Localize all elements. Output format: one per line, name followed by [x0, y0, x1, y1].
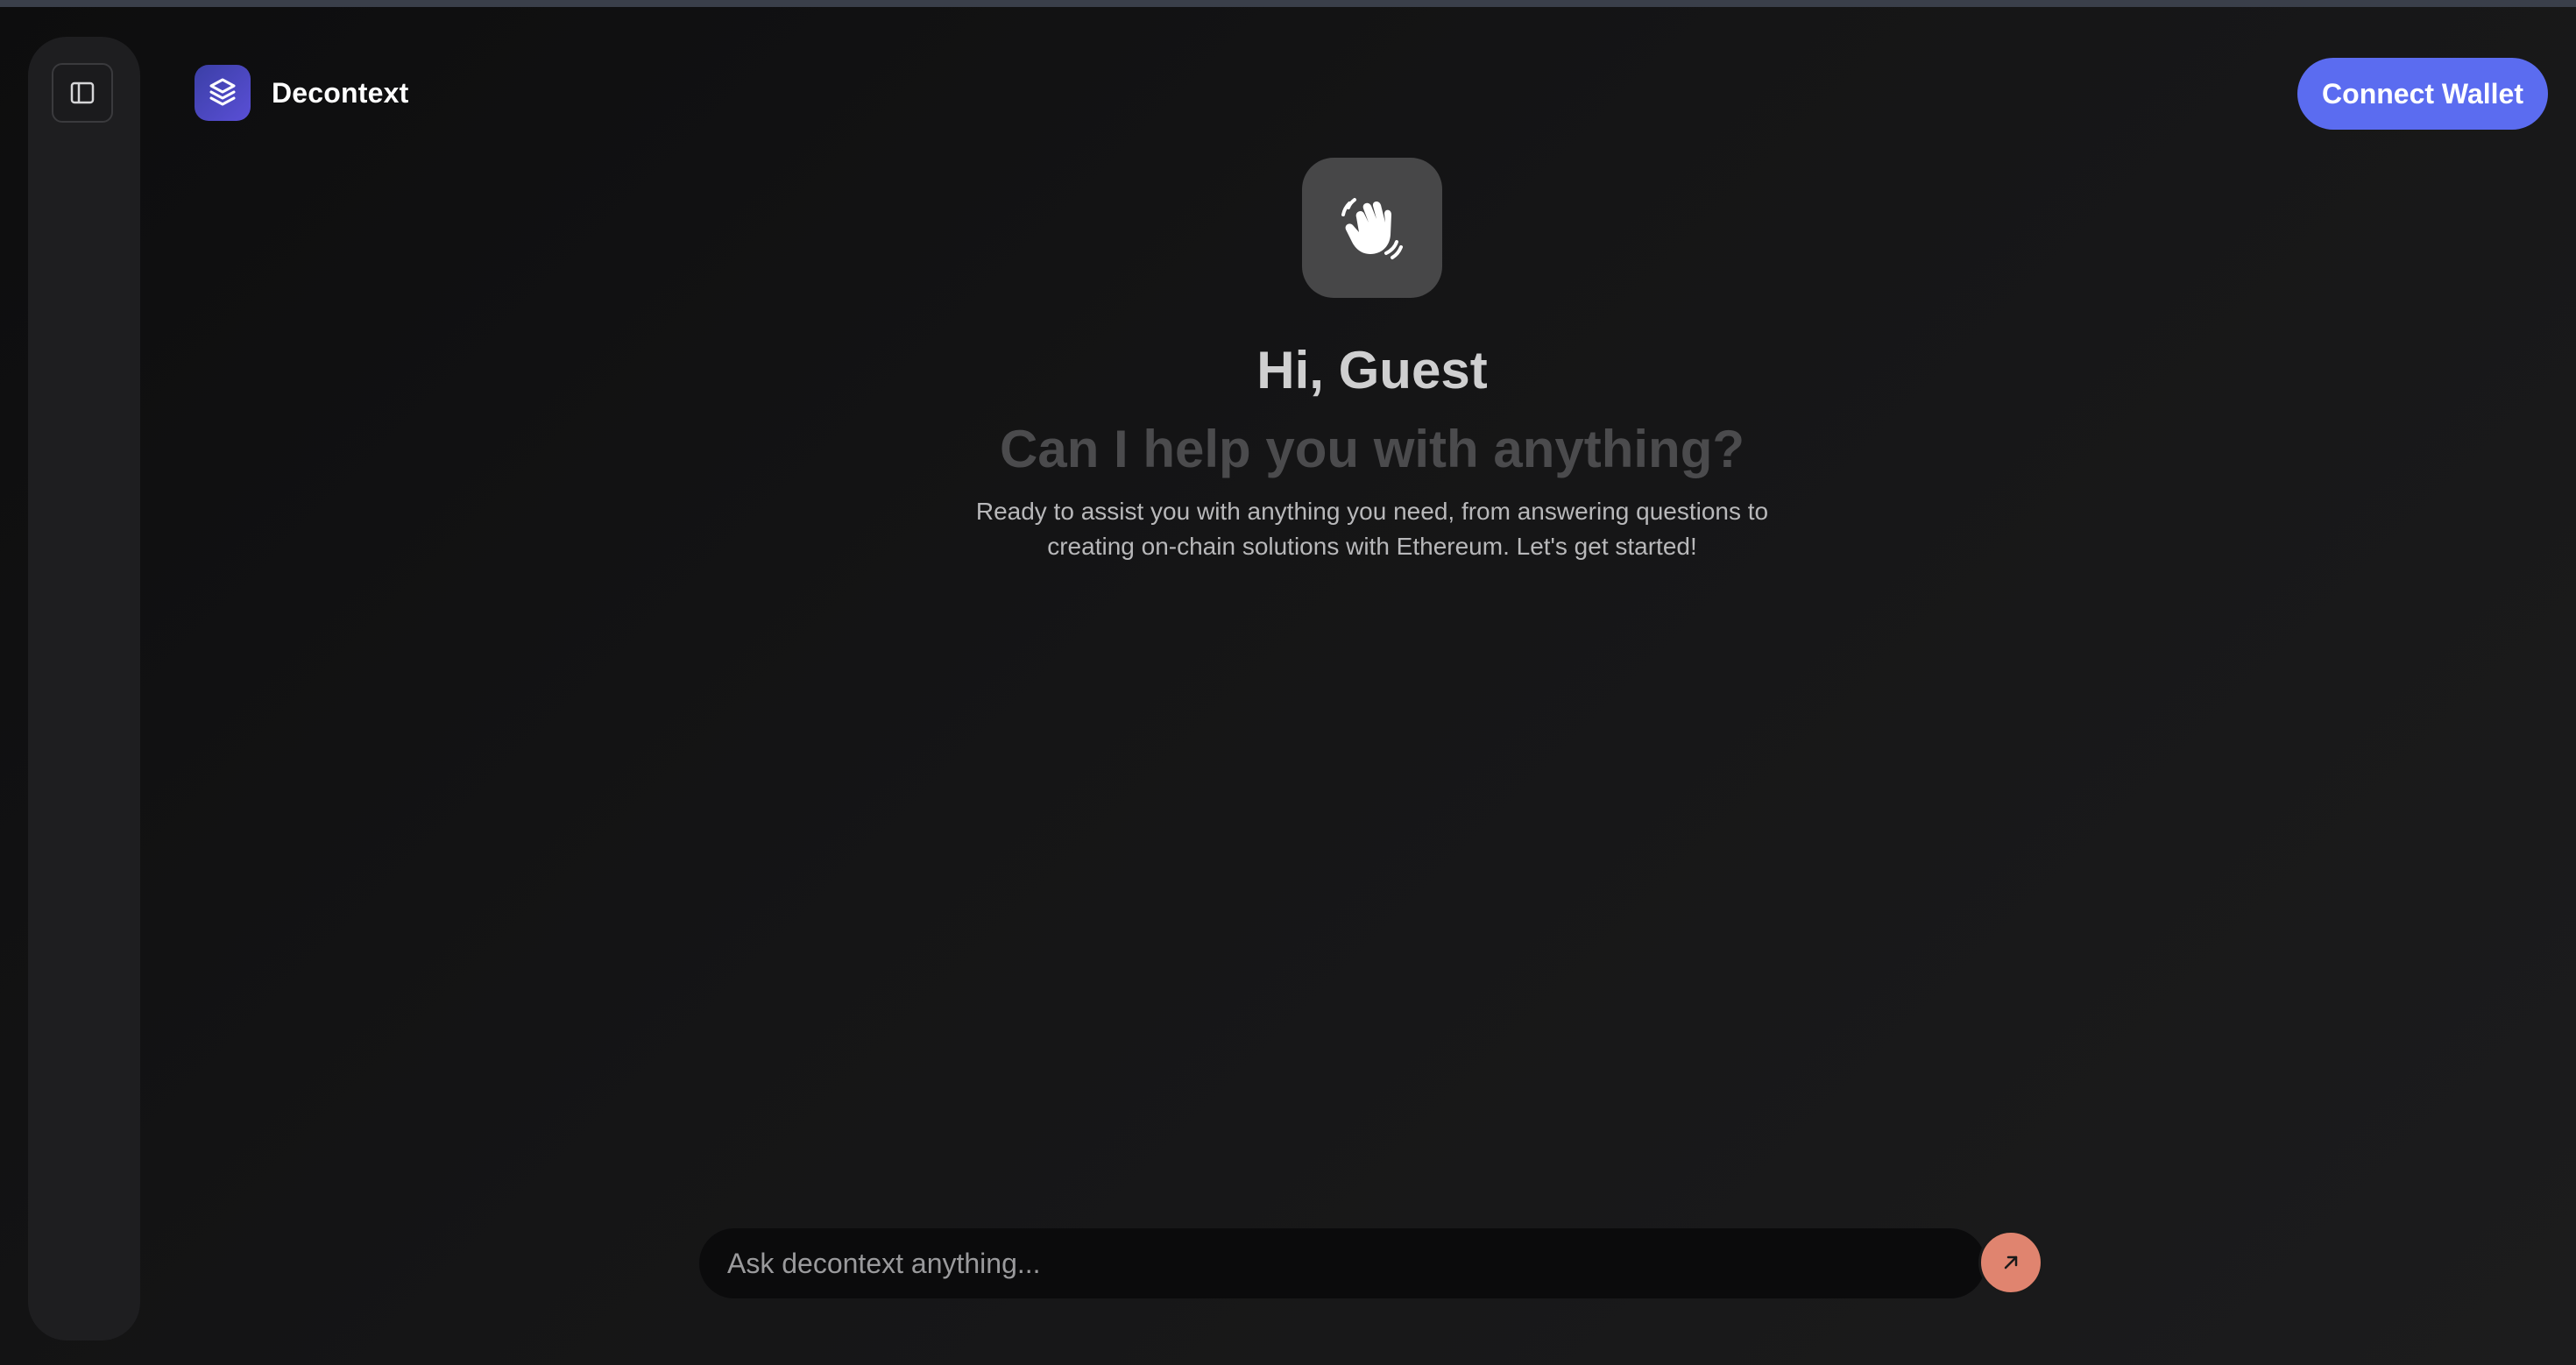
- greeting-title: Hi, Guest: [1256, 341, 1488, 400]
- arrow-up-right-icon: [2004, 1255, 2018, 1270]
- decontext-logo-icon: [195, 65, 251, 121]
- intro-description: Ready to assist you with anything you ne…: [975, 498, 1769, 560]
- help-subheading: Can I help you with anything?: [1000, 420, 1744, 478]
- connect-wallet-button[interactable]: Connect Wallet: [2297, 58, 2548, 130]
- brand[interactable]: Decontext: [195, 65, 409, 121]
- app-window: Decontext Connect Wallet Hi, Guest Can I…: [0, 0, 2576, 1365]
- send-button[interactable]: [1978, 1230, 2043, 1295]
- brand-name: Decontext: [272, 76, 409, 109]
- waving-hand-icon: [1302, 158, 1442, 298]
- chat-input[interactable]: [699, 1228, 1985, 1298]
- sidebar-panel-icon: [70, 81, 95, 104]
- window-top-border: [0, 0, 2576, 7]
- sidebar: [28, 37, 140, 1340]
- sidebar-toggle-button[interactable]: [52, 63, 113, 123]
